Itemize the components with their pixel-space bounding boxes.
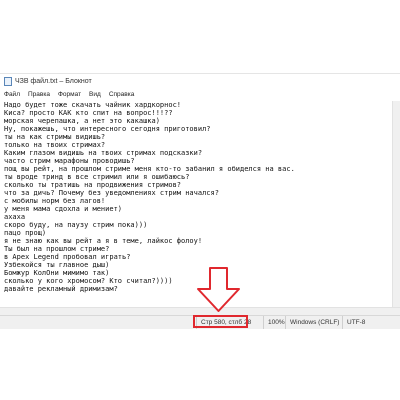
text-line: пощ вы рейт, на прошлом стриме меня кто-… [4,165,295,173]
encoding: UTF-8 [342,316,377,329]
text-line: часто стрим марафоны проводишь? [4,157,135,165]
text-line: скоро буду, на паузу стрим пока))) [4,221,148,229]
text-line: ты на как стримы видишь? [4,133,106,141]
menu-view[interactable]: Вид [85,91,105,98]
text-line: у меня мама сдохла и мениет) [4,205,123,213]
window-title: ЧЗВ файл.txt – Блокнот [15,77,92,85]
text-line: я не знаю как вы рейт а я в теме, лайкос… [4,237,203,245]
text-line: в Apex Legend пробовал играть? [4,253,131,261]
text-line: Киса? просто КАК кто спит на вопрос!!!?? [4,109,173,117]
highlight-box [193,315,248,328]
text-line: ты вроде тринд в все стримил или я ошиба… [4,173,190,181]
text-line: Каким глазом видишь на твоих стримах под… [4,149,203,157]
vertical-scrollbar[interactable] [392,101,400,307]
text-line: морская черепашка, а нет это какашка) [4,117,160,125]
menu-bar: Файл Правка Формат Вид Справка [0,89,400,100]
text-line: пацо прощ) [4,229,47,237]
text-line: сколько ты тратишь на продвижения стримо… [4,181,182,189]
text-line: с мобилы норм без лагов! [4,197,106,205]
notepad-icon [4,76,12,86]
menu-file[interactable]: Файл [0,91,24,98]
text-line: Надо будет тоже скачать чайник хардкорно… [4,101,182,109]
title-bar: ЧЗВ файл.txt – Блокнот [0,74,400,88]
arrow-shape [197,267,240,312]
text-line: только на твоих стримах? [4,141,106,149]
menu-format[interactable]: Формат [54,91,85,98]
text-line: Ты был на прошлом стриме? [4,245,110,253]
text-line: что за дичь? Почему без уведомлениях стр… [4,189,219,197]
menu-help[interactable]: Справка [105,91,139,98]
down-arrow-annotation-icon [197,267,240,312]
line-ending: Windows (CRLF) [285,316,345,329]
menu-edit[interactable]: Правка [24,91,54,98]
text-line: ахаха [4,213,26,221]
text-line: Ну, покажешь, что интересного сегодня пр… [4,125,211,133]
